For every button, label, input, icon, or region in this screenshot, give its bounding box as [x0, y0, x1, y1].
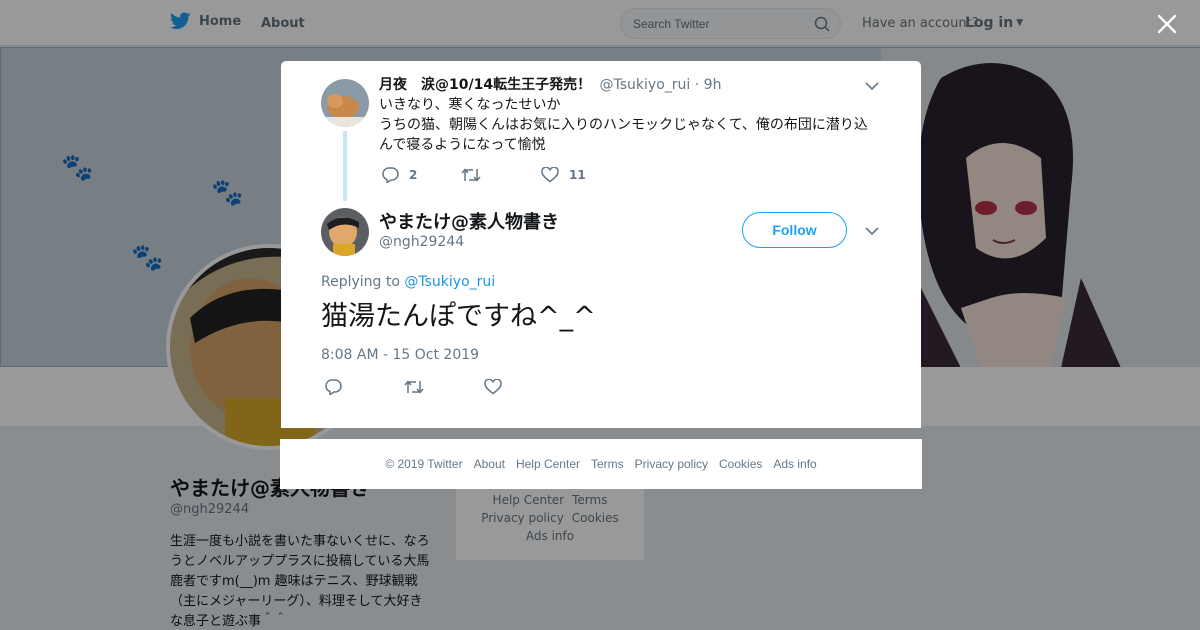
tweet-permalink-modal: 月夜 涙@10/14転生王子発売！ @Tsukiyo_rui · 9h いきなり…	[281, 61, 921, 428]
heart-icon	[541, 167, 559, 183]
retweet-action[interactable]	[404, 379, 484, 399]
chevron-down-icon[interactable]	[865, 81, 879, 91]
reply-icon	[382, 167, 399, 183]
footer-copyright: © 2019 Twitter	[385, 457, 463, 471]
main-tweet-timestamp[interactable]: 8:08 AM - 15 Oct 2019	[321, 347, 479, 363]
parent-tweet-name[interactable]: 月夜 涙@10/14転生王子発売！	[379, 77, 591, 93]
reply-action[interactable]: 2	[381, 167, 461, 183]
modal-footer: © 2019 Twitter About Help Center Terms P…	[280, 439, 922, 489]
parent-tweet-time[interactable]: · 9h	[695, 77, 722, 93]
main-avatar-image	[321, 208, 369, 256]
footer-cookies-link[interactable]: Cookies	[719, 457, 762, 471]
parent-tweet-line: んで寝るようになって愉悦	[379, 137, 546, 153]
follow-button[interactable]: Follow	[742, 212, 847, 248]
like-count: 11	[569, 168, 586, 182]
footer-privacy-link[interactable]: Privacy policy	[635, 457, 708, 471]
replying-to-handle[interactable]: @Tsukiyo_rui	[404, 274, 495, 290]
parent-tweet-line: いきなり、寒くなったせいか	[379, 97, 561, 113]
retweet-icon	[461, 168, 481, 182]
replying-to-prefix: Replying to	[321, 274, 400, 290]
reply-count: 2	[409, 168, 418, 182]
parent-tweet-handle[interactable]: @Tsukiyo_rui	[600, 77, 691, 93]
main-tweet-handle[interactable]: @ngh29244	[379, 234, 464, 250]
main-tweet-text: 猫湯たんぽですね^_^	[321, 301, 596, 332]
parent-tweet-avatar[interactable]	[321, 79, 369, 127]
footer-help-center-link[interactable]: Help Center	[516, 457, 580, 471]
footer-about-link[interactable]: About	[474, 457, 505, 471]
parent-tweet-line: うちの猫、朝陽くんはお気に入りのハンモックじゃなくて、俺の布団に潜り込	[379, 117, 868, 133]
heart-icon	[484, 378, 502, 395]
parent-tweet-header: 月夜 涙@10/14転生王子発売！ @Tsukiyo_rui · 9h	[379, 75, 721, 95]
cat-avatar-image	[321, 79, 369, 127]
like-action[interactable]: 11	[541, 167, 586, 183]
retweet-icon	[404, 380, 424, 394]
main-tweet-actions	[324, 378, 564, 399]
parent-tweet-actions: 2 11	[381, 167, 586, 183]
retweet-action[interactable]	[461, 167, 541, 183]
main-tweet-avatar[interactable]	[321, 208, 369, 256]
like-action[interactable]	[484, 378, 564, 399]
footer-terms-link[interactable]: Terms	[591, 457, 624, 471]
main-tweet-name[interactable]: やまたけ@素人物書き	[379, 208, 559, 234]
reply-icon	[325, 379, 342, 396]
footer-ads-info-link[interactable]: Ads info	[773, 457, 816, 471]
replying-to: Replying to @Tsukiyo_rui	[321, 274, 495, 290]
thread-connector-line	[343, 131, 347, 201]
chevron-down-icon[interactable]	[865, 226, 879, 236]
parent-tweet-text: いきなり、寒くなったせいか うちの猫、朝陽くんはお気に入りのハンモックじゃなくて…	[379, 95, 879, 155]
close-icon[interactable]	[1155, 12, 1179, 36]
reply-action[interactable]	[324, 379, 404, 399]
